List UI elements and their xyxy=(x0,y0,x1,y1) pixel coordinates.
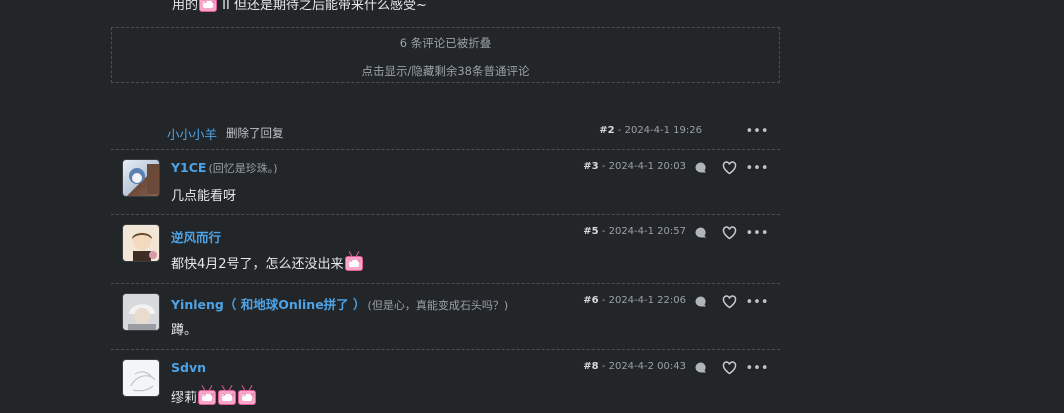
avatar[interactable] xyxy=(122,159,160,197)
floor-number: #2 xyxy=(599,125,615,136)
username-text[interactable]: 逆风而行 xyxy=(171,230,221,245)
heart-icon[interactable] xyxy=(720,293,738,311)
avatar-image xyxy=(129,164,159,194)
user-signature: (但是心，真能变成石头吗？) xyxy=(367,299,509,312)
more-dots-icon[interactable]: ••• xyxy=(746,293,769,311)
comment-item: Yinleng（ 和地球Online拼了 ） (但是心，真能变成石头吗？) 蹲。 … xyxy=(111,283,780,350)
comment-text: 几点能看呀 xyxy=(171,189,237,204)
avatar-image xyxy=(132,232,157,261)
floor-number: #8 xyxy=(583,361,599,372)
more-dots-icon[interactable]: ••• xyxy=(746,224,769,242)
comment-time: - 2024-4-2 00:43 xyxy=(601,361,686,372)
comment-time: - 2024-4-1 20:57 xyxy=(601,226,686,237)
deleted-reply-meta: #2 - 2024-4-1 19:26 xyxy=(599,125,702,136)
comment-actions: ••• xyxy=(692,159,769,177)
tv-sticker-emoji xyxy=(344,256,363,271)
deleted-reply-text: 删除了回复 xyxy=(226,126,284,140)
speech-bubble-icon[interactable] xyxy=(692,293,710,311)
floor-number: #5 xyxy=(583,226,599,237)
heart-icon[interactable] xyxy=(720,224,738,242)
comment-item: Sdvn 缪莉 #8 - 2024-4-2 00:43 ••• xyxy=(111,349,780,413)
username-text[interactable]: Y1CE xyxy=(171,160,206,175)
comment-text: 都快4月2号了，怎么还没出来 xyxy=(171,253,364,272)
comment-meta: #3 - 2024-4-1 20:03 xyxy=(583,161,686,172)
comment-username[interactable]: Yinleng（ 和地球Online拼了 ） (但是心，真能变成石头吗？) xyxy=(171,294,508,313)
comment-item: Y1CE (回忆是珍珠。) 几点能看呀 #3 - 2024-4-1 20:03 •… xyxy=(111,149,780,215)
speech-bubble-icon[interactable] xyxy=(692,159,710,177)
comment-actions: ••• xyxy=(692,224,769,242)
comment-meta: #5 - 2024-4-1 20:57 xyxy=(583,226,686,237)
comment-username[interactable]: Sdvn xyxy=(171,360,206,375)
avatar[interactable] xyxy=(122,293,160,331)
comment-text-content: 缪莉 xyxy=(171,391,198,406)
user-signature: (回忆是珍珠。) xyxy=(208,162,278,175)
tv-sticker-emoji xyxy=(199,0,218,12)
more-dots-icon[interactable]: ••• xyxy=(746,159,769,177)
comment-meta: #8 - 2024-4-2 00:43 xyxy=(583,361,686,372)
username-text[interactable]: Yinleng（ 和地球Online拼了 ） xyxy=(171,297,366,312)
comment-username[interactable]: Y1CE (回忆是珍珠。) xyxy=(171,160,278,176)
toggle-collapsed-comments[interactable]: 点击显示/隐藏剩余38条普通评论 xyxy=(112,63,779,79)
comment-time: - 2024-4-1 20:03 xyxy=(601,161,686,172)
comment-meta: #6 - 2024-4-1 22:06 xyxy=(583,295,686,306)
deleted-reply-row: 小小小羊 删除了回复 #2 - 2024-4-1 19:26 ••• xyxy=(111,122,780,150)
more-dots-icon[interactable]: ••• xyxy=(746,122,769,140)
avatar-image xyxy=(130,371,156,392)
comment-time: - 2024-4-1 22:06 xyxy=(601,295,686,306)
previous-comment-text-start: 用的 xyxy=(172,0,199,13)
heart-icon[interactable] xyxy=(720,359,738,377)
comment-text: 缪莉 xyxy=(171,387,257,406)
avatar-image xyxy=(128,304,156,330)
avatar[interactable] xyxy=(122,359,160,397)
heart-icon[interactable] xyxy=(720,159,738,177)
floor-number: #3 xyxy=(583,161,599,172)
comment-text: 蹲。 xyxy=(171,323,198,338)
comment-username[interactable]: 逆风而行 xyxy=(171,227,221,246)
tv-sticker-emoji xyxy=(218,390,237,405)
tv-sticker-emoji xyxy=(238,390,257,405)
comment-text-content: 都快4月2号了，怎么还没出来 xyxy=(171,257,344,272)
deleted-reply-user[interactable]: 小小小羊 xyxy=(167,124,217,143)
speech-bubble-icon[interactable] xyxy=(692,224,710,242)
tv-sticker-emoji xyxy=(198,390,217,405)
comment-actions: ••• xyxy=(692,359,769,377)
previous-comment-text-end: II 但还是期待之后能带来什么感受~ xyxy=(218,0,427,13)
speech-bubble-icon[interactable] xyxy=(692,359,710,377)
more-dots-icon[interactable]: ••• xyxy=(746,359,769,377)
username-text[interactable]: Sdvn xyxy=(171,360,206,375)
collapsed-count: 6 条评论已被折叠 xyxy=(399,36,492,50)
comment-actions: ••• xyxy=(692,293,769,311)
previous-comment-text: 用的 II 但还是期待之后能带来什么感受~ xyxy=(172,0,427,13)
floor-number: #6 xyxy=(583,295,599,306)
comment-item: 逆风而行 都快4月2号了，怎么还没出来 #5 - 2024-4-1 20:57 … xyxy=(111,214,780,284)
comment-time: - 2024-4-1 19:26 xyxy=(617,125,702,136)
collapsed-comments-box: 6 条评论已被折叠 点击显示/隐藏剩余38条普通评论 xyxy=(111,27,780,83)
avatar[interactable] xyxy=(122,224,160,262)
deleted-reply-actions: ••• xyxy=(746,122,769,140)
